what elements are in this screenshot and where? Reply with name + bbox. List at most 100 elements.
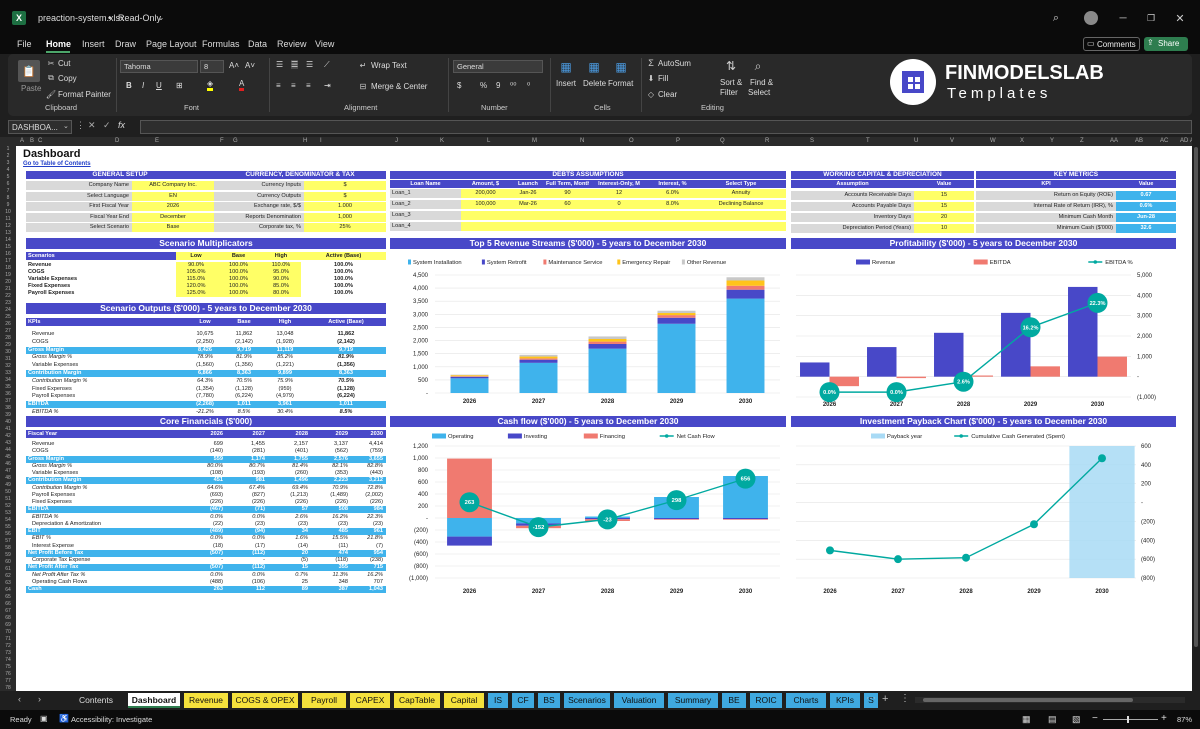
column-header[interactable]: T xyxy=(866,138,870,144)
select-all-corner[interactable] xyxy=(0,137,16,146)
row-header[interactable]: 45 xyxy=(1,454,15,460)
row-header[interactable]: 68 xyxy=(1,615,15,621)
borders-icon[interactable]: ⊞ xyxy=(176,81,183,90)
column-header[interactable]: Z xyxy=(1080,138,1084,144)
row-header[interactable]: 22 xyxy=(1,293,15,299)
orientation-icon[interactable]: ⟋ xyxy=(324,60,330,70)
row-header[interactable]: 48 xyxy=(1,475,15,481)
comma-icon[interactable]: 9 xyxy=(496,81,500,90)
insert-function-icon[interactable]: fx xyxy=(118,120,125,130)
column-header[interactable]: AB xyxy=(1135,138,1143,144)
sheet-tab[interactable]: BS xyxy=(538,693,560,708)
next-sheet-icon[interactable]: › xyxy=(38,694,41,704)
column-header[interactable]: O xyxy=(629,138,634,144)
column-header[interactable]: E xyxy=(155,138,159,144)
row-header[interactable]: 12 xyxy=(1,223,15,229)
row-header[interactable]: 36 xyxy=(1,391,15,397)
row-header[interactable]: 32 xyxy=(1,363,15,369)
sheet-tab[interactable]: Capital xyxy=(444,693,484,708)
row-header[interactable]: 65 xyxy=(1,594,15,600)
tab-review[interactable]: Review xyxy=(277,39,307,49)
font-size-select[interactable]: 8 xyxy=(200,60,224,73)
row-header[interactable]: 52 xyxy=(1,503,15,509)
indent-icon[interactable]: ⇥ xyxy=(324,81,331,90)
increase-decimal-icon[interactable]: ⁰⁰ xyxy=(510,81,516,90)
row-header[interactable]: 16 xyxy=(1,251,15,257)
row-header[interactable]: 5 xyxy=(1,174,15,180)
chevron-down-icon[interactable]: ⌄ xyxy=(156,12,166,22)
vertical-scrollbar[interactable] xyxy=(1192,137,1200,691)
sheet-tab[interactable]: Charts xyxy=(786,693,826,708)
row-header[interactable]: 54 xyxy=(1,517,15,523)
tab-insert[interactable]: Insert xyxy=(82,39,105,49)
merge-center-button[interactable]: Merge & Center xyxy=(371,82,427,91)
row-header[interactable]: 7 xyxy=(1,188,15,194)
share-button[interactable]: ⇪ Share xyxy=(1144,37,1188,51)
add-sheet-icon[interactable]: + xyxy=(882,693,888,705)
sheet-tab[interactable]: CapTable xyxy=(394,693,440,708)
sort-button[interactable]: Sort & xyxy=(720,78,742,87)
column-header[interactable]: C xyxy=(38,138,42,144)
tab-draw[interactable]: Draw xyxy=(115,39,136,49)
paste-button[interactable]: Paste xyxy=(21,84,41,93)
row-header[interactable]: 71 xyxy=(1,636,15,642)
clear-button[interactable]: Clear xyxy=(658,90,677,99)
row-header[interactable]: 64 xyxy=(1,587,15,593)
tab-view[interactable]: View xyxy=(315,39,334,49)
row-header[interactable]: 35 xyxy=(1,384,15,390)
row-header[interactable]: 3 xyxy=(1,160,15,166)
row-header[interactable]: 43 xyxy=(1,440,15,446)
row-header[interactable]: 25 xyxy=(1,314,15,320)
row-header[interactable]: 51 xyxy=(1,496,15,502)
row-header[interactable]: 10 xyxy=(1,209,15,215)
sheet-tab[interactable]: ROIC xyxy=(750,693,782,708)
row-header[interactable]: 63 xyxy=(1,580,15,586)
row-header[interactable]: 29 xyxy=(1,342,15,348)
fill-button[interactable]: Fill xyxy=(658,74,668,83)
row-header[interactable]: 59 xyxy=(1,552,15,558)
row-header[interactable]: 1 xyxy=(1,146,15,152)
delete-cells-button[interactable]: Delete xyxy=(583,79,606,88)
align-center-icon[interactable]: ≡ xyxy=(291,81,296,90)
row-header[interactable]: 77 xyxy=(1,678,15,684)
row-header[interactable]: 60 xyxy=(1,559,15,565)
zoom-slider[interactable] xyxy=(1103,716,1158,723)
column-header[interactable]: AC xyxy=(1160,138,1168,144)
search-icon[interactable]: ⌕ xyxy=(1050,12,1062,24)
column-header[interactable]: L xyxy=(487,138,490,144)
row-header[interactable]: 23 xyxy=(1,300,15,306)
row-header[interactable]: 28 xyxy=(1,335,15,341)
row-header[interactable]: 70 xyxy=(1,629,15,635)
decrease-font-icon[interactable]: A˅ xyxy=(245,61,255,70)
row-header[interactable]: 62 xyxy=(1,573,15,579)
row-header[interactable]: 6 xyxy=(1,181,15,187)
format-cells-button[interactable]: Format xyxy=(608,79,633,88)
autosum-button[interactable]: AutoSum xyxy=(658,59,691,68)
column-header[interactable]: X xyxy=(1020,138,1024,144)
toc-link[interactable]: Go to Table of Contents xyxy=(23,161,91,167)
avatar[interactable] xyxy=(1084,11,1098,25)
align-bottom-icon[interactable]: ☰ xyxy=(306,60,313,69)
column-header[interactable]: R xyxy=(765,138,769,144)
column-header[interactable]: Q xyxy=(720,138,725,144)
increase-font-icon[interactable]: A˄ xyxy=(229,61,239,70)
formula-input[interactable] xyxy=(140,120,1192,134)
currency-icon[interactable]: $ xyxy=(457,81,461,90)
column-header[interactable]: S xyxy=(810,138,814,144)
sheet-tab[interactable]: CAPEX xyxy=(350,693,390,708)
sheet-tab[interactable]: BE xyxy=(722,693,746,708)
decrease-decimal-icon[interactable]: ⁰ xyxy=(527,81,530,90)
filter-button[interactable]: Filter xyxy=(720,88,738,97)
row-header[interactable]: 33 xyxy=(1,370,15,376)
row-header[interactable]: 15 xyxy=(1,244,15,250)
row-header[interactable]: 55 xyxy=(1,524,15,530)
row-header[interactable]: 66 xyxy=(1,601,15,607)
row-header[interactable]: 4 xyxy=(1,167,15,173)
find-button[interactable]: Find & xyxy=(750,78,773,87)
row-header[interactable]: 74 xyxy=(1,657,15,663)
prev-sheet-icon[interactable]: ‹ xyxy=(18,694,21,704)
row-header[interactable]: 40 xyxy=(1,419,15,425)
column-header[interactable]: F xyxy=(220,138,224,144)
copy-button[interactable]: Copy xyxy=(58,74,77,83)
row-header[interactable]: 50 xyxy=(1,489,15,495)
